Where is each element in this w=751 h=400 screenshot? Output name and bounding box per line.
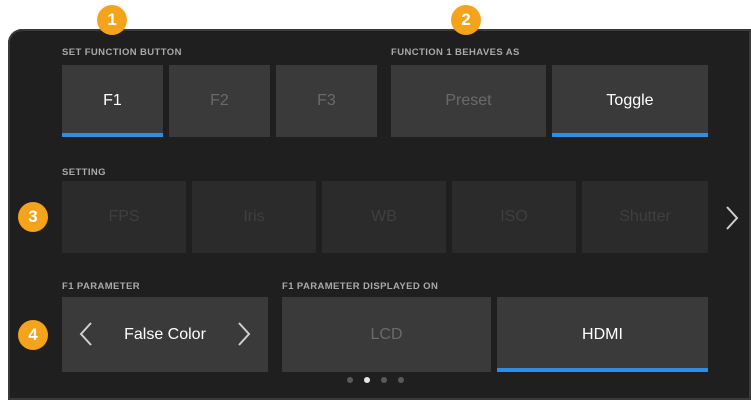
setting-option-label: Shutter <box>619 208 671 225</box>
display-option-label: LCD <box>370 325 403 343</box>
setting-option-label: WB <box>371 208 397 225</box>
chevron-left-icon[interactable] <box>78 320 94 348</box>
behaves-as-label: FUNCTION 1 BEHAVES AS <box>391 47 520 58</box>
chevron-right-icon[interactable] <box>236 320 252 348</box>
callout-marker-1: 1 <box>97 5 127 35</box>
display-option-label: HDMI <box>582 325 623 343</box>
function-button-f2[interactable]: F2 <box>169 65 270 137</box>
function-button-label: F1 <box>103 92 122 109</box>
function-button-label: F2 <box>210 92 229 109</box>
selected-indicator <box>62 133 163 137</box>
page-dot[interactable] <box>347 377 353 383</box>
function-button-label: F3 <box>317 92 336 109</box>
setting-option-shutter[interactable]: Shutter <box>582 181 708 253</box>
displayed-on-label: F1 PARAMETER DISPLAYED ON <box>282 281 439 292</box>
setting-option-iris[interactable]: Iris <box>192 181 316 253</box>
function-button-f1[interactable]: F1 <box>62 65 163 137</box>
callout-marker-3: 3 <box>18 202 48 232</box>
function-button-f3[interactable]: F3 <box>276 65 377 137</box>
page-dot[interactable] <box>398 377 404 383</box>
setting-option-label: Iris <box>243 208 265 225</box>
selected-indicator <box>497 368 708 372</box>
callout-marker-4: 4 <box>18 320 48 350</box>
behaves-preset-button[interactable]: Preset <box>391 65 546 137</box>
parameter-value: False Color <box>124 325 206 343</box>
callout-marker-2: 2 <box>451 5 481 35</box>
chevron-right-icon[interactable] <box>724 204 740 232</box>
setting-option-label: ISO <box>500 208 528 225</box>
setting-option-iso[interactable]: ISO <box>452 181 576 253</box>
setting-label: SETTING <box>62 167 106 178</box>
setting-option-label: FPS <box>108 208 140 225</box>
page-dot[interactable] <box>381 377 387 383</box>
parameter-label: F1 PARAMETER <box>62 281 140 292</box>
set-function-label: SET FUNCTION BUTTON <box>62 47 182 58</box>
page-indicator <box>0 377 751 383</box>
selected-indicator <box>552 133 708 137</box>
behaves-toggle-button[interactable]: Toggle <box>552 65 708 137</box>
page-dot-active[interactable] <box>364 377 370 383</box>
setting-option-wb[interactable]: WB <box>322 181 446 253</box>
setting-option-fps[interactable]: FPS <box>62 181 186 253</box>
display-hdmi-button[interactable]: HDMI <box>497 297 708 372</box>
display-lcd-button[interactable]: LCD <box>282 297 491 372</box>
behaves-option-label: Toggle <box>606 92 654 109</box>
behaves-option-label: Preset <box>445 92 492 109</box>
